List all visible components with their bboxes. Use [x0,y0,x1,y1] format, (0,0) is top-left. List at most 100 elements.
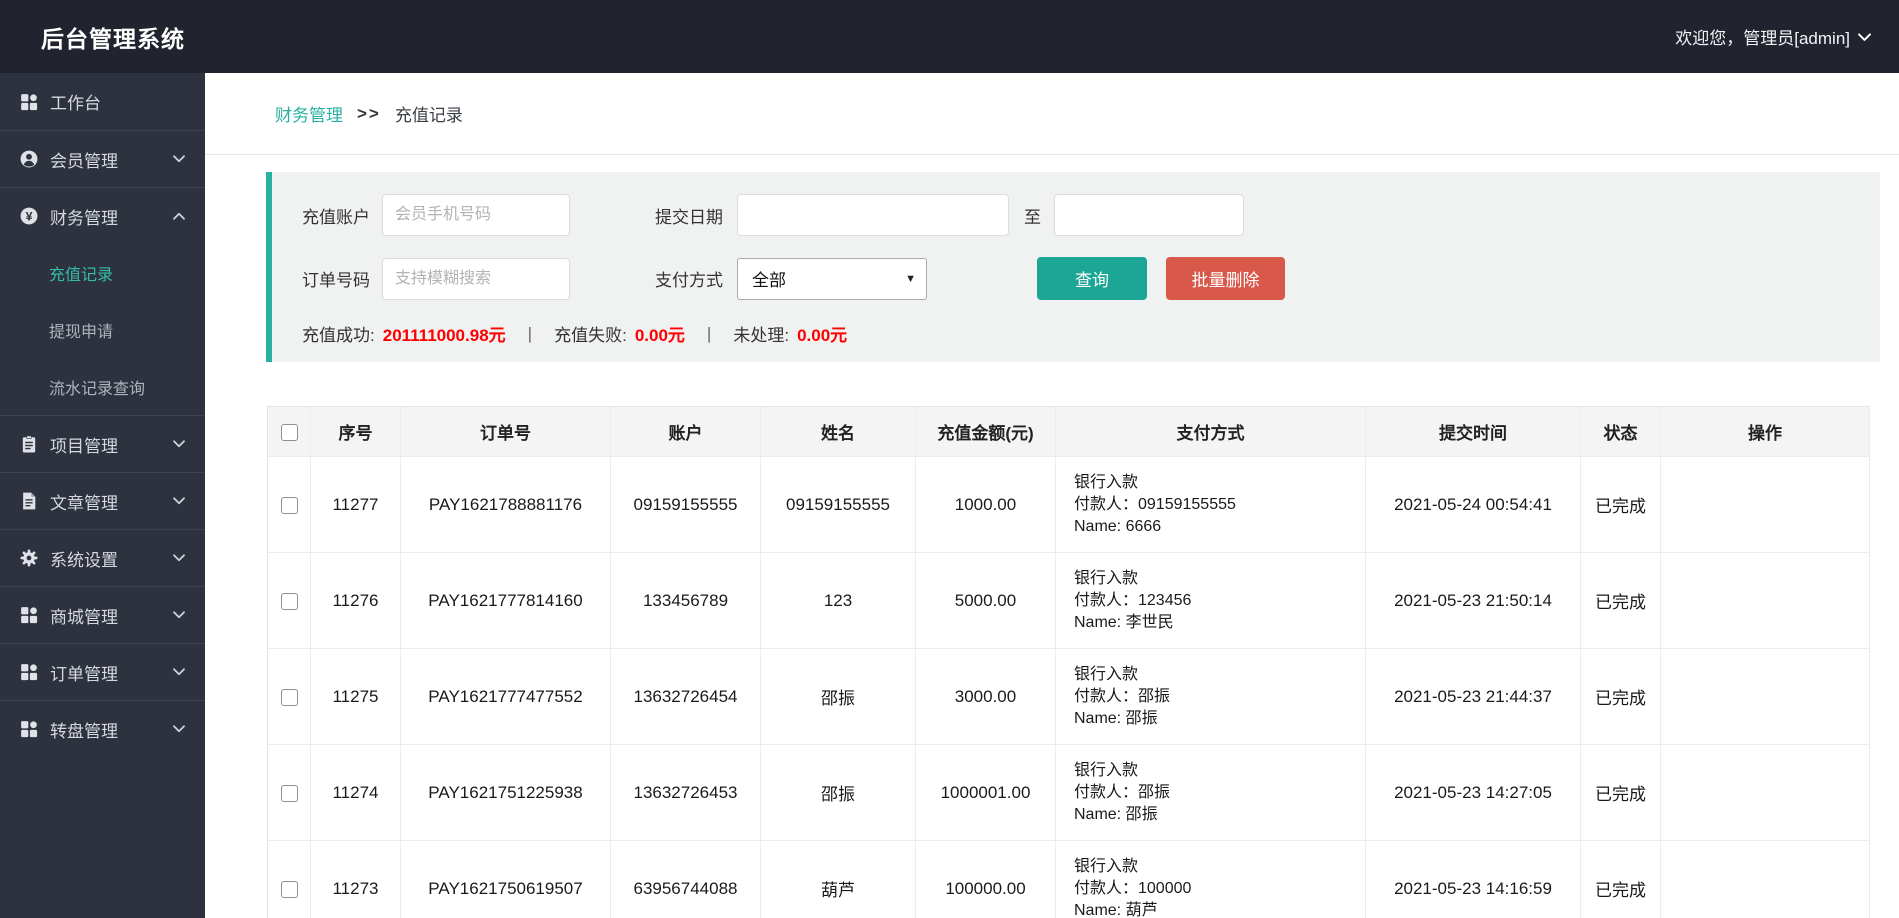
row-checkbox[interactable] [280,784,298,802]
cell-account: 09159155555 [610,456,761,553]
cell-id: 11277 [310,456,401,553]
cell-payment: 银行入款 付款人：邵振 Name: 邵振 [1055,744,1366,841]
col-header-actions: 操作 [1660,406,1870,457]
cell-account: 133456789 [610,552,761,649]
finance-icon [20,207,38,225]
cell-status: 已完成 [1580,456,1661,553]
sidebar-subitem-withdrawal-requests[interactable]: 提现申请 [0,301,205,358]
cell-amount: 1000.00 [915,456,1056,553]
cell-order: PAY1621777477552 [400,648,611,745]
cell-id: 11273 [310,840,401,918]
cell-status: 已完成 [1580,840,1661,918]
table-row: 11277 PAY1621788881176 09159155555 09159… [267,456,1870,553]
col-header-name: 姓名 [760,406,916,457]
payment-label: 支付方式 [655,271,723,290]
member-icon [20,150,38,168]
table-row: 11273 PAY1621750619507 63956744088 葫芦 10… [267,840,1870,918]
search-button[interactable]: 查询 [1037,257,1147,300]
row-checkbox[interactable] [280,688,298,706]
document-icon [23,492,36,510]
order-input[interactable] [382,257,570,300]
cell-payment: 银行入款 付款人：邵振 Name: 邵振 [1055,648,1366,745]
sidebar-item-articles[interactable]: 文章管理 [0,472,205,529]
sidebar-item-members[interactable]: 会员管理 [0,130,205,187]
col-header-payment: 支付方式 [1055,406,1366,457]
sidebar-item-wheel[interactable]: 转盘管理 [0,700,205,757]
col-header-id: 序号 [310,406,401,457]
date-to-label: 至 [1024,207,1041,227]
account-input[interactable] [382,194,570,236]
breadcrumb-separator: >> [357,103,381,123]
cell-name: 123 [760,552,916,649]
select-caret-icon: ▼ [905,272,916,285]
sidebar-subitem-transaction-query[interactable]: 流水记录查询 [0,358,205,415]
gear-icon [20,549,38,567]
cell-name: 09159155555 [760,456,916,553]
sidebar-item-label: 文章管理 [50,493,118,513]
sidebar-item-projects[interactable]: 项目管理 [0,415,205,472]
col-header-status: 状态 [1580,406,1661,457]
stat-divider: | [527,323,533,343]
user-menu[interactable]: 欢迎您，管理员[admin] [1675,24,1899,49]
batch-delete-button[interactable]: 批量删除 [1166,257,1285,300]
cell-time: 2021-05-23 21:50:14 [1365,552,1581,649]
row-checkbox[interactable] [280,592,298,610]
cell-order: PAY1621750619507 [400,840,611,918]
recharge-stats: 充值成功: 201111000.98元 | 充值失败: 0.00元 | 未处理:… [302,321,1880,346]
payment-select-value: 全部 [752,271,786,290]
date-from-input[interactable] [737,194,1009,236]
main-content: 财务管理 >> 充值记录 充值账户 提交日期 至 订单号码 支付方式 [205,73,1899,918]
stat-pending-value: 0.00元 [797,326,848,345]
table-row: 11276 PAY1621777814160 133456789 123 500… [267,552,1870,649]
order-label: 订单号码 [302,271,370,290]
select-all-checkbox[interactable] [280,423,298,441]
stat-success-value: 201111000.98元 [382,326,506,345]
sidebar-item-label: 订单管理 [50,664,118,684]
cell-name: 邵振 [760,744,916,841]
chevron-down-icon [1858,27,1871,47]
col-header-amount: 充值金额(元) [915,406,1056,457]
clipboard-icon [22,435,36,453]
filter-panel: 充值账户 提交日期 至 订单号码 支付方式 全部 ▼ 查询 批量 [266,172,1880,362]
cell-account: 63956744088 [610,840,761,918]
sidebar-item-orders[interactable]: 订单管理 [0,643,205,700]
sidebar-item-settings[interactable]: 系统设置 [0,529,205,586]
grid-icon [21,721,38,738]
sidebar-item-label: 项目管理 [50,436,118,456]
sidebar-item-label: 会员管理 [50,151,118,171]
col-header-time: 提交时间 [1365,406,1581,457]
date-to-input[interactable] [1054,194,1244,236]
chevron-down-icon [173,554,185,562]
sidebar-item-label: 转盘管理 [50,721,118,741]
breadcrumb-parent-link[interactable]: 财务管理 [275,101,343,126]
stat-success-label: 充值成功: [302,326,375,345]
col-header-order: 订单号 [400,406,611,457]
cell-status: 已完成 [1580,648,1661,745]
sidebar-item-finance[interactable]: 财务管理 [0,187,205,244]
cell-time: 2021-05-23 21:44:37 [1365,648,1581,745]
sidebar-item-workbench[interactable]: 工作台 [0,73,205,130]
row-checkbox[interactable] [280,880,298,898]
sidebar-item-label: 财务管理 [50,208,118,228]
cell-name: 邵振 [760,648,916,745]
cell-amount: 100000.00 [915,840,1056,918]
account-label: 充值账户 [302,207,370,227]
cell-actions [1660,552,1870,649]
sidebar-subitem-recharge-records[interactable]: 充值记录 [0,244,205,301]
table-row: 11274 PAY1621751225938 13632726453 邵振 10… [267,744,1870,841]
cell-time: 2021-05-24 00:54:41 [1365,456,1581,553]
cell-id: 11275 [310,648,401,745]
grid-icon [21,607,38,624]
payment-select[interactable]: 全部 ▼ [737,257,927,300]
cell-payment: 银行入款 付款人：100000 Name: 葫芦 [1055,840,1366,918]
top-header: 后台管理系统 欢迎您，管理员[admin] [0,0,1899,73]
cell-actions [1660,456,1870,553]
chevron-down-icon [173,497,185,505]
sidebar: 工作台 会员管理 财务管理 充值记录 提现申请 流水记录查询 项目管理 文章管理… [0,73,205,918]
grid-icon [21,93,38,110]
row-checkbox[interactable] [280,496,298,514]
table-header-row: 序号 订单号 账户 姓名 充值金额(元) 支付方式 提交时间 状态 操作 [267,406,1870,457]
sidebar-item-mall[interactable]: 商城管理 [0,586,205,643]
date-label: 提交日期 [655,207,723,227]
stat-fail-label: 充值失败: [554,326,627,345]
